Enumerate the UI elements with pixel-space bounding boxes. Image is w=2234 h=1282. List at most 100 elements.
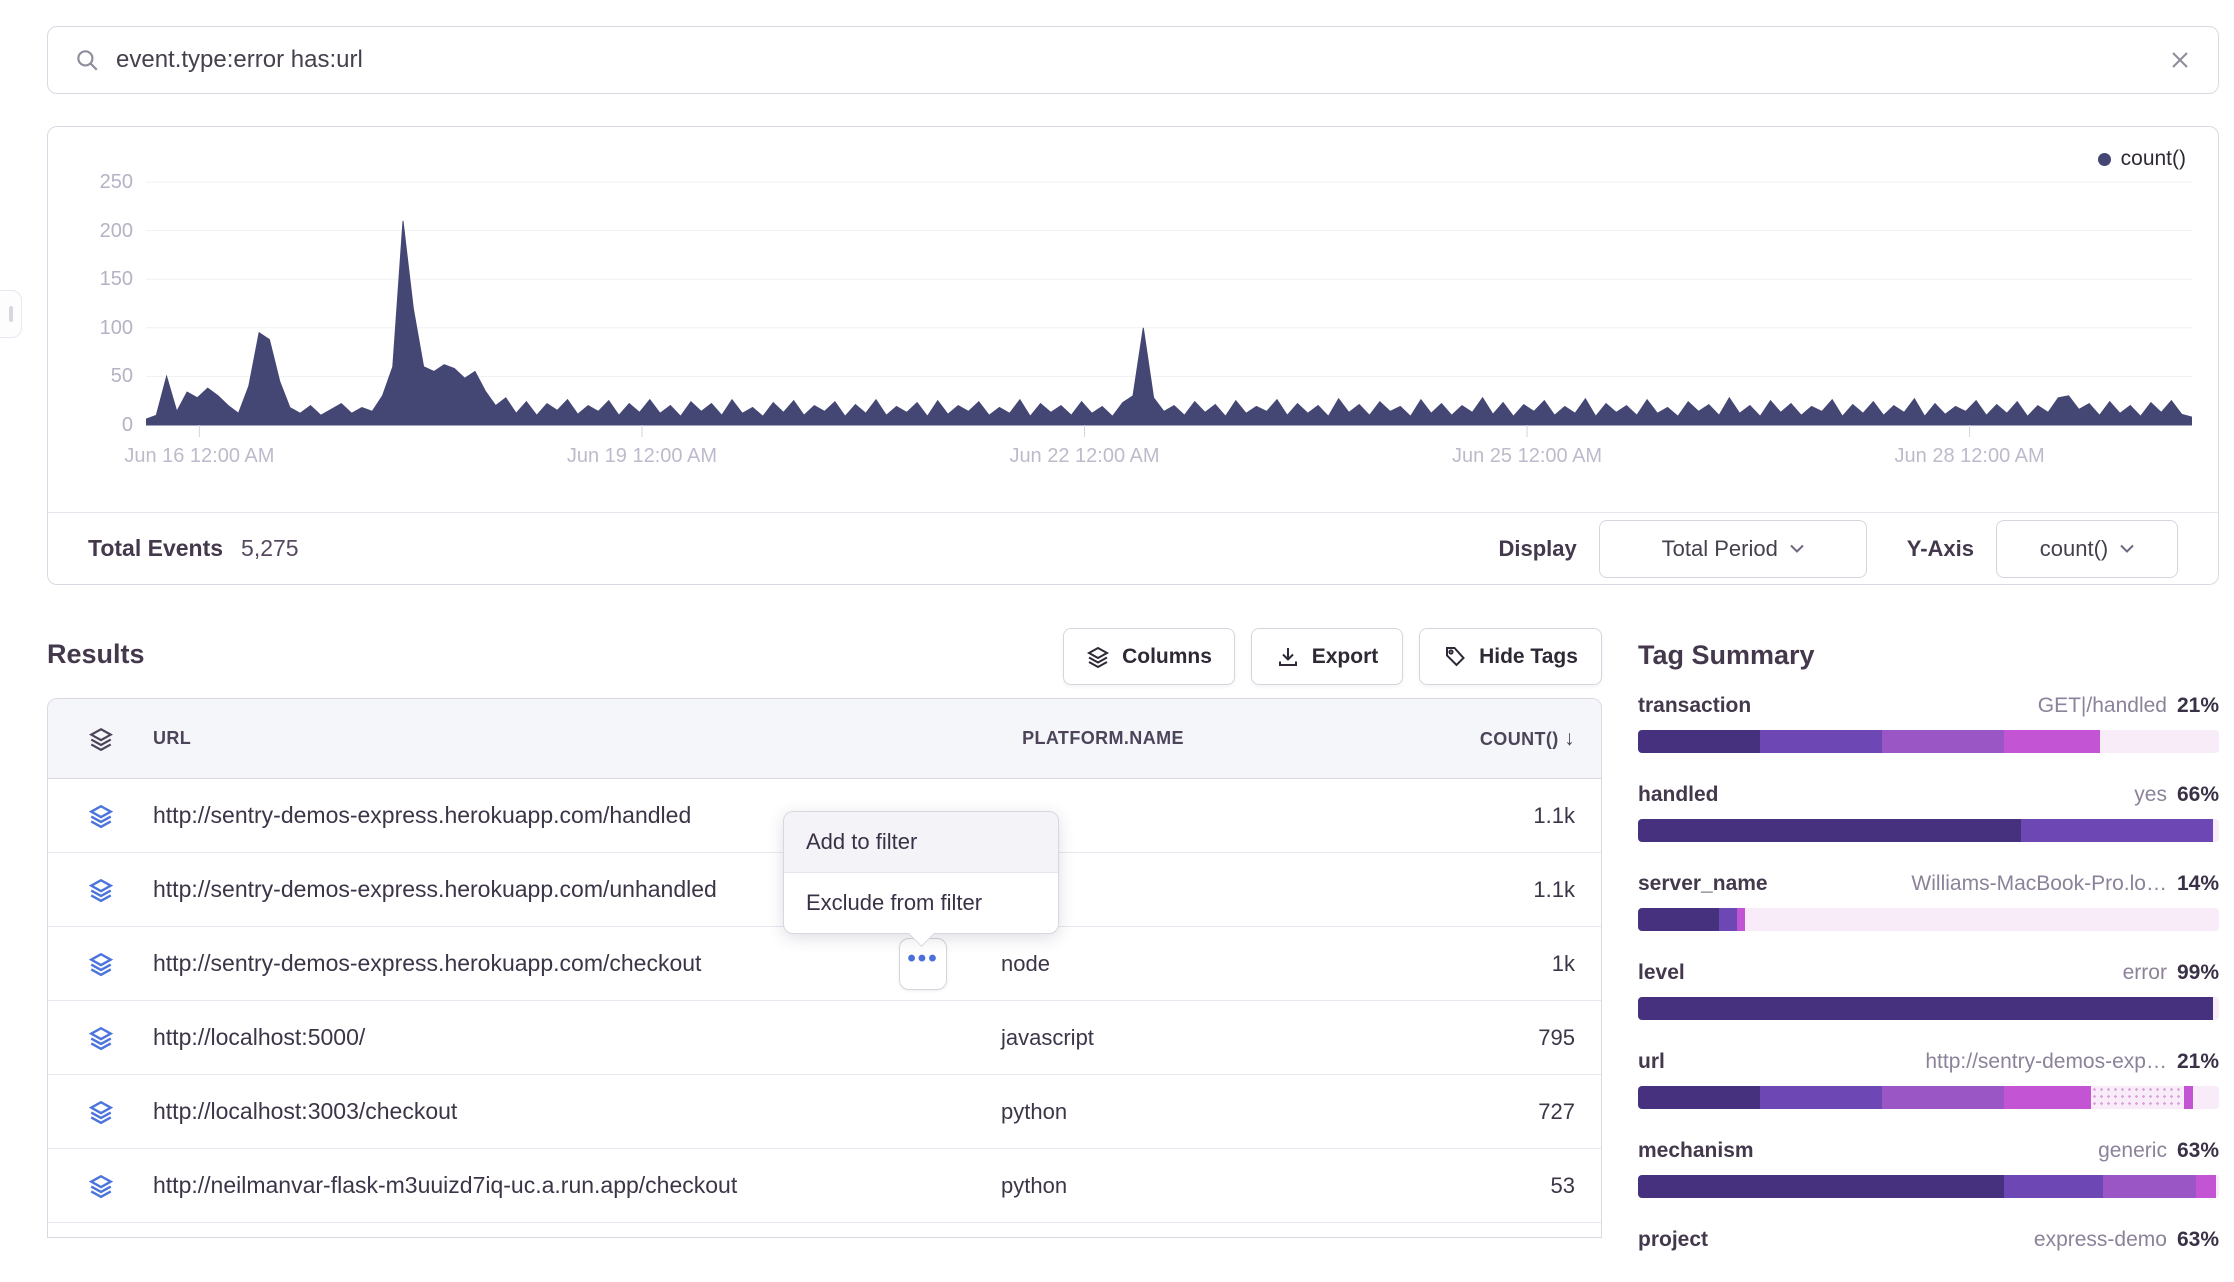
- tag-bar-segment[interactable]: [1638, 908, 1719, 931]
- url-cell[interactable]: http://localhost:3003/checkout: [153, 1098, 457, 1125]
- tag-summary-entry: transactionGET|/handled21%: [1638, 694, 2219, 753]
- tag-bar-segment[interactable]: [2004, 730, 2100, 753]
- tag-name[interactable]: project: [1638, 1228, 1708, 1252]
- count-cell[interactable]: 53: [1551, 1173, 1575, 1199]
- y-axis-tick-label: 50: [38, 363, 133, 389]
- column-header-platform[interactable]: PLATFORM.NAME: [993, 728, 1213, 749]
- tag-name[interactable]: level: [1638, 961, 1685, 985]
- url-cell[interactable]: http://neilmanvar-flask-m3uuizd7iq-uc.a.…: [153, 1172, 737, 1199]
- column-header-url[interactable]: URL: [153, 728, 191, 749]
- tag-bar-segment[interactable]: [1760, 1086, 1882, 1109]
- tag-name[interactable]: transaction: [1638, 694, 1751, 718]
- platform-cell[interactable]: python: [1001, 1099, 1067, 1125]
- count-cell[interactable]: 795: [1538, 1025, 1575, 1051]
- search-bar[interactable]: event.type:error has:url: [47, 26, 2219, 94]
- tag-bar-segment[interactable]: [1745, 908, 2219, 931]
- tag-bar-segment[interactable]: [2193, 1086, 2219, 1109]
- events-area-chart[interactable]: [146, 181, 2192, 441]
- clear-search-icon[interactable]: [2168, 48, 2192, 72]
- tag-bar-segment[interactable]: [2100, 730, 2219, 753]
- count-cell[interactable]: 1k: [1552, 951, 1575, 977]
- tag-bar-segment[interactable]: [2216, 1175, 2219, 1198]
- tag-bar-segment[interactable]: [1638, 730, 1760, 753]
- platform-cell[interactable]: javascript: [1001, 1025, 1094, 1051]
- chart-footer: Total Events 5,275 Display Total Period …: [48, 512, 2218, 584]
- tag-bar-segment[interactable]: [2103, 1175, 2196, 1198]
- tag-bar-segment[interactable]: [2213, 997, 2219, 1020]
- tag-bar-segment[interactable]: [1719, 908, 1736, 931]
- x-axis-tick-label: Jun 22 12:00 AM: [955, 445, 1215, 468]
- chevron-down-icon: [1790, 544, 1804, 553]
- columns-button[interactable]: Columns: [1063, 628, 1235, 685]
- tag-distribution-bar[interactable]: [1638, 1086, 2219, 1109]
- tag-bar-segment[interactable]: [2196, 1175, 2216, 1198]
- stack-icon: [1086, 645, 1110, 669]
- tag-top-value: http://sentry-demos-exp…: [1925, 1050, 2167, 1074]
- tag-name[interactable]: server_name: [1638, 872, 1768, 896]
- tag-top-percent: 99%: [2177, 961, 2219, 985]
- tag-distribution-bar[interactable]: [1638, 730, 2219, 753]
- tag-name[interactable]: handled: [1638, 783, 1719, 807]
- tag-bar-segment[interactable]: [1638, 1086, 1760, 1109]
- stack-icon[interactable]: [88, 1099, 114, 1125]
- count-cell[interactable]: 1.1k: [1533, 803, 1575, 829]
- tag-bar-segment[interactable]: [1638, 997, 2213, 1020]
- tag-bar-segment[interactable]: [2184, 1086, 2193, 1109]
- stack-icon[interactable]: [88, 951, 114, 977]
- tag-name[interactable]: mechanism: [1638, 1139, 1754, 1163]
- x-axis-tick-label: Jun 25 12:00 AM: [1397, 445, 1657, 468]
- tag-distribution-bar[interactable]: [1638, 819, 2219, 842]
- tag-bar-segment[interactable]: [2021, 819, 2213, 842]
- url-cell[interactable]: http://sentry-demos-express.herokuapp.co…: [153, 950, 701, 977]
- hide-tags-button[interactable]: Hide Tags: [1419, 628, 1602, 685]
- tag-summary-title: Tag Summary: [1638, 640, 1815, 671]
- chart-legend[interactable]: count(): [2098, 147, 2186, 171]
- search-input[interactable]: event.type:error has:url: [116, 46, 2168, 74]
- y-axis-tick-label: 250: [38, 169, 133, 195]
- tag-bar-segment[interactable]: [1760, 730, 1882, 753]
- sidebar-collapse-handle[interactable]: [0, 290, 22, 338]
- total-events-value: 5,275: [241, 535, 299, 562]
- platform-cell[interactable]: python: [1001, 1173, 1067, 1199]
- count-cell[interactable]: 1.1k: [1533, 877, 1575, 903]
- total-events-label: Total Events: [88, 535, 223, 562]
- download-icon: [1276, 645, 1300, 669]
- table-header-row: URL PLATFORM.NAME COUNT() ↓: [48, 699, 1601, 779]
- tag-bar-segment[interactable]: [2004, 1086, 2091, 1109]
- tag-distribution-bar[interactable]: [1638, 1175, 2219, 1198]
- table-row: http://localhost:5000/javascript 795: [48, 1001, 1601, 1075]
- column-header-count[interactable]: COUNT() ↓: [1480, 727, 1575, 751]
- platform-cell[interactable]: node: [1001, 951, 1050, 977]
- url-cell[interactable]: http://sentry-demos-express.herokuapp.co…: [153, 802, 793, 829]
- tag-bar-segment[interactable]: [1882, 1086, 2004, 1109]
- menu-item-add-to-filter[interactable]: Add to filter: [784, 812, 1058, 872]
- tag-bar-segment[interactable]: [1638, 1175, 2004, 1198]
- tag-summary-entry: handledyes66%: [1638, 783, 2219, 842]
- tag-distribution-bar[interactable]: [1638, 997, 2219, 1020]
- url-cell[interactable]: http://sentry-demos-express.herokuapp.co…: [153, 876, 793, 903]
- yaxis-value: count(): [2040, 536, 2108, 562]
- stack-icon[interactable]: [88, 877, 114, 903]
- stack-icon[interactable]: [88, 1025, 114, 1051]
- display-dropdown[interactable]: Total Period: [1599, 520, 1867, 578]
- tag-bar-segment[interactable]: [1737, 908, 1746, 931]
- tag-bar-segment[interactable]: [2091, 1086, 2184, 1109]
- tag-icon: [1443, 645, 1467, 669]
- export-button[interactable]: Export: [1251, 628, 1403, 685]
- tag-bar-segment[interactable]: [1882, 730, 2004, 753]
- tag-top-percent: 14%: [2177, 872, 2219, 896]
- stack-icon[interactable]: [88, 803, 114, 829]
- tag-distribution-bar[interactable]: [1638, 908, 2219, 931]
- tag-bar-segment[interactable]: [2213, 819, 2219, 842]
- count-cell[interactable]: 727: [1538, 1099, 1575, 1125]
- x-axis-tick-label: Jun 16 12:00 AM: [69, 445, 329, 468]
- tag-bar-segment[interactable]: [2004, 1175, 2103, 1198]
- stack-icon[interactable]: [88, 726, 114, 752]
- yaxis-dropdown[interactable]: count(): [1996, 520, 2178, 578]
- stack-icon[interactable]: [88, 1173, 114, 1199]
- tag-bar-segment[interactable]: [1638, 819, 2021, 842]
- tag-name[interactable]: url: [1638, 1050, 1665, 1074]
- legend-dot-icon: [2098, 153, 2111, 166]
- url-cell[interactable]: http://localhost:5000/: [153, 1024, 365, 1051]
- tag-summary-entry: mechanismgeneric63%: [1638, 1139, 2219, 1198]
